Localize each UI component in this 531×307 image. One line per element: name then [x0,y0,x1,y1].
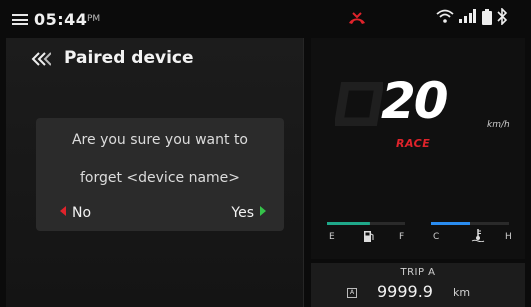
trip-label: TRIP A [400,267,436,278]
dialog-message-line-1: Are you sure you want to [71,132,248,148]
paired-device-panel: Paired device Are you sure you want to f… [6,38,304,307]
missed-call-icon [349,12,365,24]
speed-value: 20 [381,72,449,130]
fuel-gauge-bar [327,222,405,225]
instrument-cluster-screen: 05:44 PM Paired device Are you sure you … [0,0,531,307]
yes-button-label: Yes [231,205,254,221]
back-icon[interactable] [31,52,51,66]
speed-ghost-digit [335,82,383,126]
clock-ampm: PM [87,14,101,24]
trip-badge: A [347,288,357,298]
speed-unit: km/h [487,120,510,130]
no-button[interactable]: No [60,202,91,222]
no-button-label: No [72,205,92,221]
status-bar: 05:44 PM [6,5,525,33]
coolant-temperature-icon [471,229,485,242]
wifi-icon [436,9,454,23]
fuel-pump-icon [364,231,374,242]
yes-button[interactable]: Yes [231,202,266,222]
trip-unit: km [453,286,471,299]
left-arrow-icon [60,206,66,216]
temperature-gauge-bar [431,222,509,225]
forget-device-dialog: Are you sure you want to forget <device … [36,118,284,231]
speedometer-panel: 20 km/h RACE E F C H [311,38,525,259]
fuel-empty-label: E [329,232,335,242]
dialog-message-line-2: forget <device name> [79,170,241,186]
battery-icon [482,9,492,25]
temp-hot-label: H [505,232,512,242]
riding-mode: RACE [396,137,431,150]
page-title: Paired device [64,48,194,68]
clock-time: 05:44 [34,10,88,29]
menu-icon[interactable] [12,14,28,25]
trip-panel: TRIP A A 9999.9 km [311,263,525,307]
temp-cold-label: C [433,232,440,242]
bluetooth-icon [497,8,508,25]
right-arrow-icon [260,206,266,216]
trip-value: 9999.9 [377,282,433,301]
fuel-full-label: F [399,232,405,242]
signal-icon [459,9,476,23]
